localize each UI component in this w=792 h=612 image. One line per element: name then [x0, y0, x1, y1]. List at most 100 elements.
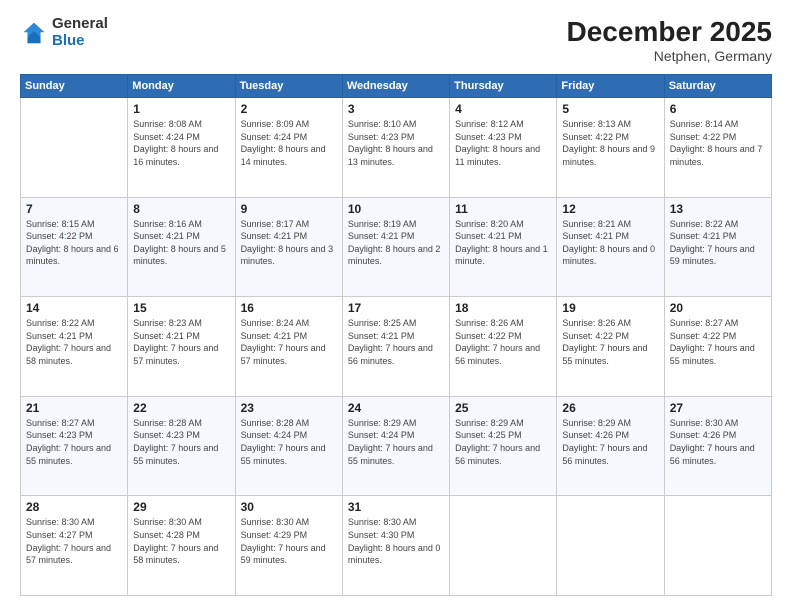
day-info: Sunrise: 8:09 AMSunset: 4:24 PMDaylight:… [241, 118, 337, 168]
day-number: 7 [26, 202, 122, 216]
day-info: Sunrise: 8:27 AMSunset: 4:23 PMDaylight:… [26, 417, 122, 467]
calendar-cell: 7Sunrise: 8:15 AMSunset: 4:22 PMDaylight… [21, 197, 128, 297]
calendar-cell: 19 Sunrise: 8:26 AMSunset: 4:22 PMDayligh… [557, 297, 664, 397]
day-info: Sunrise: 8:26 AMSunset: 4:22 PMDaylight:… [455, 317, 551, 367]
calendar-cell: 27 Sunrise: 8:30 AMSunset: 4:26 PMDayligh… [664, 396, 771, 496]
day-number: 30 [241, 500, 337, 514]
calendar-cell: 26 Sunrise: 8:29 AMSunset: 4:26 PMDayligh… [557, 396, 664, 496]
day-info: Sunrise: 8:16 AMSunset: 4:21 PMDaylight:… [133, 218, 229, 268]
calendar-cell: 17Sunrise: 8:25 AMSunset: 4:21 PMDayligh… [342, 297, 449, 397]
day-info: Sunrise: 8:12 AMSunset: 4:23 PMDaylight:… [455, 118, 551, 168]
day-number: 20 [670, 301, 766, 315]
day-info: Sunrise: 8:22 AMSunset: 4:21 PMDaylight:… [26, 317, 122, 367]
day-info: Sunrise: 8:08 AMSunset: 4:24 PMDaylight:… [133, 118, 229, 168]
calendar-cell [21, 98, 128, 198]
day-info: Sunrise: 8:21 AMSunset: 4:21 PMDaylight:… [562, 218, 658, 268]
day-info: Sunrise: 8:28 AMSunset: 4:23 PMDaylight:… [133, 417, 229, 467]
calendar-header-row: SundayMondayTuesdayWednesdayThursdayFrid… [21, 75, 772, 98]
calendar-cell: 31 Sunrise: 8:30 AMSunset: 4:30 PMDayligh… [342, 496, 449, 596]
day-info: Sunrise: 8:26 AMSunset: 4:22 PMDaylight:… [562, 317, 658, 367]
day-info: Sunrise: 8:28 AMSunset: 4:24 PMDaylight:… [241, 417, 337, 467]
calendar-cell: 4 Sunrise: 8:12 AMSunset: 4:23 PMDaylight… [450, 98, 557, 198]
calendar-cell: 16 Sunrise: 8:24 AMSunset: 4:21 PMDayligh… [235, 297, 342, 397]
day-info: Sunrise: 8:29 AMSunset: 4:25 PMDaylight:… [455, 417, 551, 467]
day-number: 1 [133, 102, 229, 116]
day-number: 25 [455, 401, 551, 415]
calendar-cell: 15Sunrise: 8:23 AMSunset: 4:21 PMDayligh… [128, 297, 235, 397]
day-number: 23 [241, 401, 337, 415]
day-number: 15 [133, 301, 229, 315]
day-info: Sunrise: 8:30 AMSunset: 4:29 PMDaylight:… [241, 516, 337, 566]
day-number: 19 [562, 301, 658, 315]
day-info: Sunrise: 8:10 AMSunset: 4:23 PMDaylight:… [348, 118, 444, 168]
logo-general: General [52, 15, 108, 32]
month-title: December 2025 [567, 16, 772, 48]
day-info: Sunrise: 8:30 AMSunset: 4:27 PMDaylight:… [26, 516, 122, 566]
column-header-monday: Monday [128, 75, 235, 98]
logo-icon [20, 19, 48, 47]
day-number: 11 [455, 202, 551, 216]
column-header-friday: Friday [557, 75, 664, 98]
logo: General Blue [20, 16, 108, 49]
day-info: Sunrise: 8:30 AMSunset: 4:30 PMDaylight:… [348, 516, 444, 566]
day-number: 8 [133, 202, 229, 216]
calendar-cell: 5 Sunrise: 8:13 AMSunset: 4:22 PMDaylight… [557, 98, 664, 198]
logo-text: General Blue [52, 16, 108, 49]
day-number: 27 [670, 401, 766, 415]
calendar-cell: 8 Sunrise: 8:16 AMSunset: 4:21 PMDaylight… [128, 197, 235, 297]
day-number: 9 [241, 202, 337, 216]
column-header-wednesday: Wednesday [342, 75, 449, 98]
day-number: 16 [241, 301, 337, 315]
day-info: Sunrise: 8:13 AMSunset: 4:22 PMDaylight:… [562, 118, 658, 168]
calendar-cell: 11 Sunrise: 8:20 AMSunset: 4:21 PMDayligh… [450, 197, 557, 297]
calendar-cell: 9Sunrise: 8:17 AMSunset: 4:21 PMDaylight… [235, 197, 342, 297]
calendar-cell: 6Sunrise: 8:14 AMSunset: 4:22 PMDaylight… [664, 98, 771, 198]
day-number: 10 [348, 202, 444, 216]
day-info: Sunrise: 8:19 AMSunset: 4:21 PMDaylight:… [348, 218, 444, 268]
calendar-cell [450, 496, 557, 596]
calendar-cell: 14Sunrise: 8:22 AMSunset: 4:21 PMDayligh… [21, 297, 128, 397]
calendar-cell: 21 Sunrise: 8:27 AMSunset: 4:23 PMDayligh… [21, 396, 128, 496]
day-number: 21 [26, 401, 122, 415]
day-info: Sunrise: 8:30 AMSunset: 4:28 PMDaylight:… [133, 516, 229, 566]
day-number: 31 [348, 500, 444, 514]
day-info: Sunrise: 8:22 AMSunset: 4:21 PMDaylight:… [670, 218, 766, 268]
day-info: Sunrise: 8:29 AMSunset: 4:26 PMDaylight:… [562, 417, 658, 467]
calendar-cell: 28 Sunrise: 8:30 AMSunset: 4:27 PMDayligh… [21, 496, 128, 596]
calendar-cell: 13 Sunrise: 8:22 AMSunset: 4:21 PMDayligh… [664, 197, 771, 297]
column-header-sunday: Sunday [21, 75, 128, 98]
day-number: 26 [562, 401, 658, 415]
calendar-cell: 30 Sunrise: 8:30 AMSunset: 4:29 PMDayligh… [235, 496, 342, 596]
day-info: Sunrise: 8:29 AMSunset: 4:24 PMDaylight:… [348, 417, 444, 467]
day-number: 3 [348, 102, 444, 116]
day-number: 28 [26, 500, 122, 514]
day-number: 5 [562, 102, 658, 116]
column-header-thursday: Thursday [450, 75, 557, 98]
calendar-cell: 20Sunrise: 8:27 AMSunset: 4:22 PMDayligh… [664, 297, 771, 397]
calendar-cell: 3 Sunrise: 8:10 AMSunset: 4:23 PMDaylight… [342, 98, 449, 198]
day-number: 18 [455, 301, 551, 315]
day-info: Sunrise: 8:20 AMSunset: 4:21 PMDaylight:… [455, 218, 551, 268]
calendar-cell: 25 Sunrise: 8:29 AMSunset: 4:25 PMDayligh… [450, 396, 557, 496]
day-info: Sunrise: 8:24 AMSunset: 4:21 PMDaylight:… [241, 317, 337, 367]
calendar-table: SundayMondayTuesdayWednesdayThursdayFrid… [20, 74, 772, 596]
day-number: 17 [348, 301, 444, 315]
day-number: 24 [348, 401, 444, 415]
calendar-week-3: 14Sunrise: 8:22 AMSunset: 4:21 PMDayligh… [21, 297, 772, 397]
day-number: 13 [670, 202, 766, 216]
day-info: Sunrise: 8:30 AMSunset: 4:26 PMDaylight:… [670, 417, 766, 467]
day-number: 22 [133, 401, 229, 415]
calendar-cell: 22 Sunrise: 8:28 AMSunset: 4:23 PMDayligh… [128, 396, 235, 496]
column-header-saturday: Saturday [664, 75, 771, 98]
calendar-week-5: 28 Sunrise: 8:30 AMSunset: 4:27 PMDayligh… [21, 496, 772, 596]
calendar-cell: 1 Sunrise: 8:08 AMSunset: 4:24 PMDaylight… [128, 98, 235, 198]
day-number: 4 [455, 102, 551, 116]
calendar-cell: 29Sunrise: 8:30 AMSunset: 4:28 PMDayligh… [128, 496, 235, 596]
calendar-cell [557, 496, 664, 596]
day-number: 2 [241, 102, 337, 116]
calendar-week-1: 1 Sunrise: 8:08 AMSunset: 4:24 PMDaylight… [21, 98, 772, 198]
logo-blue: Blue [52, 32, 85, 49]
calendar-cell: 10 Sunrise: 8:19 AMSunset: 4:21 PMDayligh… [342, 197, 449, 297]
header: General Blue December 2025 Netphen, Germ… [20, 16, 772, 64]
calendar-cell: 23 Sunrise: 8:28 AMSunset: 4:24 PMDayligh… [235, 396, 342, 496]
